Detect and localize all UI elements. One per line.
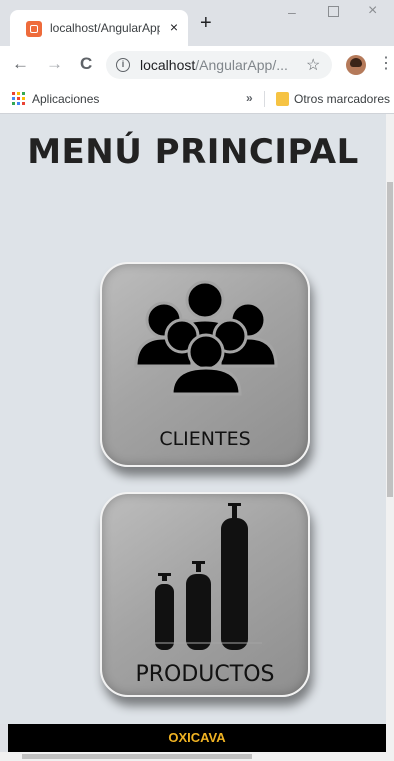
close-window-icon[interactable]: ×: [368, 2, 377, 20]
bookmark-apps[interactable]: Aplicaciones: [32, 92, 99, 106]
back-arrow-icon[interactable]: ←: [12, 54, 29, 74]
footer-brand: OXICAVA: [168, 730, 226, 745]
maximize-icon[interactable]: [328, 6, 339, 17]
browser-toolbar: ← → C i localhost/AngularApp/... ☆ ⋮: [0, 46, 394, 84]
new-tab-button[interactable]: +: [200, 13, 212, 33]
xampp-icon: [26, 21, 42, 37]
bookmarks-divider: [264, 91, 265, 107]
footer-bar: OXICAVA: [8, 724, 386, 752]
info-icon[interactable]: i: [116, 58, 130, 72]
apps-grid-icon[interactable]: [12, 92, 26, 106]
gas-cylinders-icon: [152, 503, 262, 650]
page-title: MENÚ PRINCIPAL: [27, 132, 359, 172]
address-bar[interactable]: i localhost/AngularApp/... ☆: [106, 51, 332, 79]
tab-close-icon[interactable]: ×: [166, 19, 182, 35]
reload-icon[interactable]: C: [80, 54, 92, 74]
horizontal-scrollbar[interactable]: [0, 752, 394, 761]
bookmark-star-icon[interactable]: ☆: [306, 55, 320, 75]
bookmark-other-folder[interactable]: Otros marcadores: [294, 92, 390, 106]
forward-arrow-icon[interactable]: →: [46, 54, 63, 74]
profile-avatar[interactable]: [346, 55, 366, 75]
browser-tab[interactable]: localhost/AngularApp ×: [10, 10, 188, 46]
vertical-scroll-thumb[interactable]: [387, 182, 393, 497]
browser-titlebar: localhost/AngularApp × + – ×: [0, 0, 394, 46]
browser-menu-icon[interactable]: ⋮: [378, 55, 394, 73]
horizontal-scroll-thumb[interactable]: [22, 754, 252, 759]
tab-title: localhost/AngularApp: [50, 21, 160, 35]
people-icon: [134, 280, 278, 396]
bookmarks-bar: Aplicaciones » Otros marcadores: [0, 84, 394, 114]
clientes-label: CLIENTES: [159, 428, 251, 450]
clientes-button[interactable]: CLIENTES: [100, 262, 310, 467]
vertical-scrollbar[interactable]: [386, 114, 394, 752]
productos-label: PRODUCTOS: [135, 662, 275, 687]
url-text[interactable]: localhost/AngularApp/...: [140, 57, 290, 73]
minimize-icon[interactable]: –: [288, 4, 296, 20]
page-content: MENÚ PRINCIPAL CLIENTES PRODUCTOS: [0, 114, 386, 724]
folder-icon: [276, 92, 289, 106]
bookmarks-overflow-button[interactable]: »: [246, 91, 253, 105]
productos-button[interactable]: PRODUCTOS: [100, 492, 310, 697]
